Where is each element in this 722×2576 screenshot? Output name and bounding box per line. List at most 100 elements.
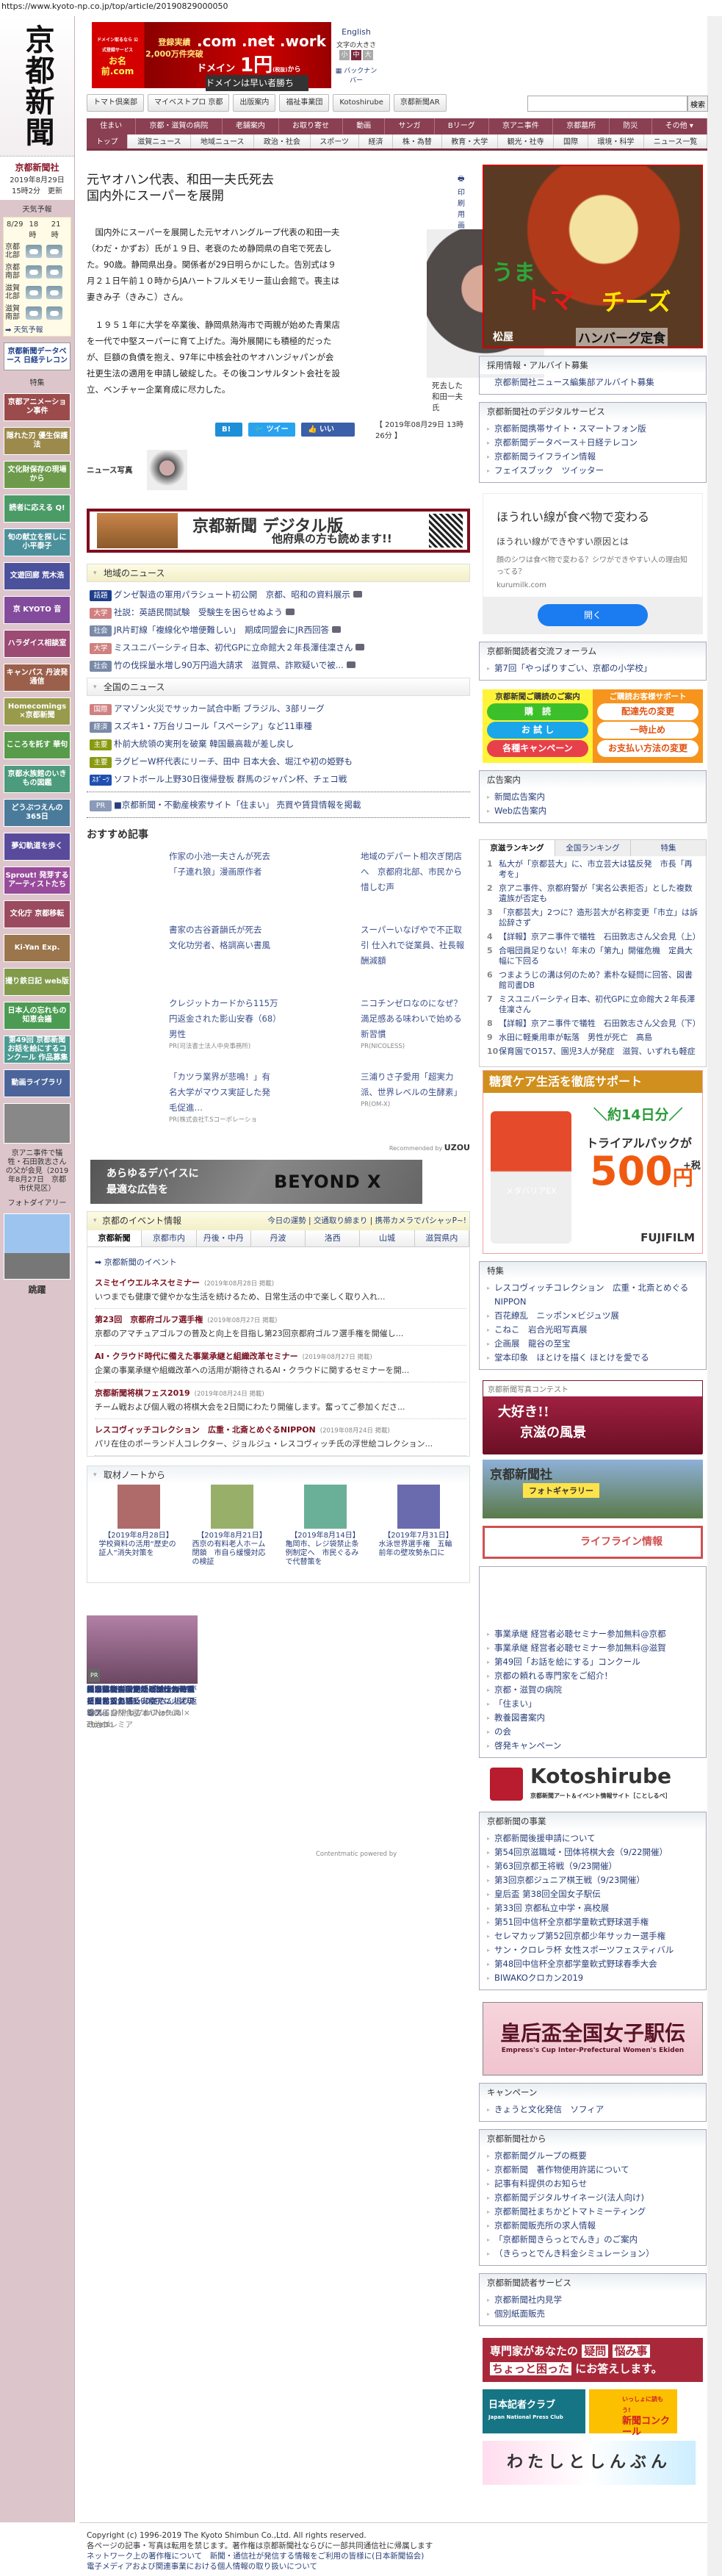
news-item[interactable]: 国際 アマゾン火災でサッカー試合中断 ブラジル、3部リーグ bbox=[90, 700, 467, 717]
ranking-item[interactable]: 9 水田に軽乗用車が転落 男性が死亡 高島 bbox=[487, 1033, 698, 1043]
note-item[interactable]: 【2019年7月31日】 水泳世界選手権 五輪前年の壁攻勢糸口に bbox=[379, 1485, 458, 1567]
event-item[interactable]: AI・クラウド時代に備えた事業承継と組織改革セミナー (2019年08月27日 掲… bbox=[95, 1346, 466, 1382]
news-item[interactable]: 社会 竹の伐採量水増し90万円過大請求 滋賀県、詐欺疑いで被... bbox=[90, 656, 467, 674]
recommended-title[interactable]: 「カツラ業界が悲鳴！」有名大学がマウス実証した発毛促進… bbox=[169, 1069, 278, 1116]
recommended-thumbnail[interactable] bbox=[94, 849, 165, 908]
sidebar-banner[interactable]: 夢幻軌道を歩く bbox=[4, 833, 71, 861]
sidebar-banner[interactable]: 文化庁 京都移転 bbox=[4, 900, 71, 928]
matsuya-ad[interactable]: うま トマ チーズ 松屋 ハンバーグ定食 bbox=[483, 165, 703, 348]
company-link[interactable]: （きらっとでんき料金シミュレーション） bbox=[487, 2247, 698, 2261]
special-link[interactable]: こねこ 岩合光昭写真展 bbox=[487, 1323, 698, 1337]
sidebar-banner[interactable]: 動画ライブラリ bbox=[4, 1069, 71, 1097]
header-tool-button[interactable]: トマト倶楽部 bbox=[87, 94, 144, 112]
event-name[interactable]: AI・クラウド時代に備えた事業承継と組織改革セミナー bbox=[95, 1352, 298, 1361]
ranking-title[interactable]: 水田に軽乗用車が転落 男性が死亡 高島 bbox=[499, 1033, 652, 1043]
recommended-title[interactable]: ニコチンゼロなのになぜ？満足感ある味わいで始める新習慣 bbox=[361, 996, 470, 1042]
secondary-nav-item[interactable]: スポーツ bbox=[311, 134, 359, 148]
sidebar-banner[interactable]: 日本人の忘れもの 知恵会議 bbox=[4, 1002, 71, 1030]
ads-info-link[interactable]: 新聞広告案内 bbox=[487, 790, 698, 804]
business-link[interactable]: 皇后盃 第38回全国女子駅伝 bbox=[487, 1887, 698, 1901]
video-caption[interactable]: 京アニ事件で犠牲・石田敦志さんの父が会見（2019年8月27日 京都市伏見区） bbox=[4, 1149, 70, 1194]
recruit-link[interactable]: 京都新聞社ニュース編集部アルバイト募集 bbox=[487, 376, 698, 390]
news-item[interactable]: 大学 社説：英語民間試験 受験生を困らせぬよう bbox=[90, 603, 467, 621]
fortune-link[interactable]: 今日の運勢 bbox=[267, 1216, 306, 1225]
campaign-link[interactable]: きょうと文化発信 ソフィア bbox=[487, 2103, 698, 2117]
company-link[interactable]: 京都新聞デジタルサイネージ(法人向け) bbox=[487, 2191, 698, 2205]
digital-service-link[interactable]: 京都新聞携帯サイト・スマートフォン版 bbox=[487, 422, 698, 436]
primary-nav-item[interactable]: お取り寄せ bbox=[279, 118, 344, 134]
news-link[interactable]: 社説：英語民間試験 受験生を困らせぬよう bbox=[114, 607, 283, 617]
site-logo[interactable]: 京都新聞 bbox=[0, 16, 74, 156]
recommended-thumbnail[interactable] bbox=[286, 1069, 357, 1128]
recommended-thumbnail[interactable] bbox=[94, 1069, 165, 1128]
recommended-title[interactable]: 三浦りさ子愛用「超実力派、世界レベルの生酵素」 bbox=[361, 1069, 470, 1100]
note-thumbnail[interactable] bbox=[303, 1485, 347, 1529]
event-name[interactable]: レスコヴィッチコレクション 広重・北斎とめぐるNIPPON bbox=[95, 1425, 316, 1435]
beyond-x-ad[interactable]: あらゆるデバイスに 最適な広告を BEYOND X bbox=[90, 1160, 422, 1204]
sidebar-banner[interactable]: 隠れた刃 優生保護法 bbox=[4, 427, 71, 455]
news-link[interactable]: JR片町線「複線化や増便難しい」 期成同盟会にJR西回答 bbox=[114, 625, 329, 635]
recommended-title[interactable]: クレジットカードから115万円返金された影山安春（68）男性 bbox=[169, 996, 278, 1042]
ranking-item[interactable]: 10 保育園でO157、園児3人が発症 滋賀、いずれも軽症 bbox=[487, 1047, 698, 1057]
sidebar-banner[interactable]: ハラダイス相談室 bbox=[4, 630, 71, 658]
recommended-title[interactable]: 書家の古谷蒼韻氏が死去 文化功労者、格調高い書風 bbox=[169, 922, 278, 953]
ranking-item[interactable]: 3 「京都芸大」2つに？造形芸大が名称変更「市立」は訴訟辞さず bbox=[487, 908, 698, 928]
ranking-title[interactable]: 合唱団員足りない！年末の「第九」開催危機 定員大幅に下回る bbox=[499, 946, 698, 966]
note-item[interactable]: 【2019年8月21日】 西京の有料老人ホーム閉鎖 市自ら緩慢対応の検証 bbox=[192, 1485, 272, 1567]
primary-nav-item[interactable]: 老舗案内 bbox=[223, 118, 279, 134]
news-item[interactable]: 主要 ラグビーW杯代表にリーチ、田中 日本大会、堀江や初の姫野も bbox=[90, 753, 467, 770]
photo-diary-caption[interactable]: 跳躍 bbox=[4, 1285, 70, 1294]
ranking-item[interactable]: 1 私大が「京都芸大」に、市立芸大は猛反発 市長「再考を」 bbox=[487, 859, 698, 880]
news-link[interactable]: ミスユニバーシティ日本、初代GPに立命館大２年長澤佳凜さん bbox=[114, 642, 353, 653]
secondary-nav-item[interactable]: 滋賀ニュース bbox=[128, 134, 192, 148]
digital-service-link[interactable]: フェイスブック ツイッター bbox=[487, 464, 698, 478]
sidebar-banner[interactable]: どうぶつえんの365日 bbox=[4, 799, 71, 827]
company-link[interactable]: 記事有料提供のお知らせ bbox=[487, 2177, 698, 2191]
recommended-item[interactable]: 作家の小池一夫さんが死去「子連れ狼」漫画原作者 bbox=[94, 849, 278, 908]
news-photo-thumbnail[interactable] bbox=[147, 450, 188, 490]
special-link[interactable]: 百花繚乱 ニッポン×ビジュツ展 bbox=[487, 1309, 698, 1323]
ranking-item[interactable]: 2 京アニ事件、京都府警が「実名公表拒否」とした複数遺族が否定も bbox=[487, 883, 698, 904]
facebook-like-button[interactable]: 👍 いいね！ 0 bbox=[301, 422, 355, 448]
sidebar-banner[interactable]: Homecomings ×京都新聞 bbox=[4, 697, 71, 725]
digital-service-link[interactable]: 京都新聞データベース＋日経テレコン bbox=[487, 436, 698, 450]
nie-contest-banner[interactable]: いっしょに読もう! 新聞コンクール bbox=[589, 2389, 677, 2438]
footer-link[interactable]: ネットワーク上の著作権について bbox=[87, 2552, 202, 2561]
news-link[interactable]: アマゾン火災でサッカー試合中断 ブラジル、3部リーグ bbox=[114, 703, 325, 714]
primary-nav-item[interactable]: 動画 bbox=[343, 118, 386, 134]
trial-button[interactable]: お 試 し bbox=[487, 722, 588, 739]
event-item[interactable]: レスコヴィッチコレクション 広重・北斎とめぐるNIPPON (2019年08月24… bbox=[95, 1419, 466, 1456]
sidebar-banner[interactable]: 第49回 京都新聞 お話を絵にするコンクール 作品募集 bbox=[4, 1036, 71, 1063]
news-item[interactable]: 経済 スズキ1・7万台リコール「スペーシア」など11車種 bbox=[90, 717, 467, 735]
traffic-link[interactable]: 交通取り締まり bbox=[314, 1216, 368, 1225]
secondary-nav-item[interactable]: 地域ニュース bbox=[191, 134, 255, 148]
database-banner[interactable]: 京都新聞データベース 日経テレコン bbox=[4, 342, 71, 370]
font-size-small[interactable]: 小 bbox=[339, 50, 350, 60]
lifeline-banner[interactable]: ライフライン情報 bbox=[483, 1526, 703, 1559]
header-tool-button[interactable]: Kotoshirube bbox=[333, 94, 390, 112]
ranking-title[interactable]: つまようじの溝は何のため？素朴な疑問に回答、図書館司書DB bbox=[499, 970, 698, 991]
recommended-thumbnail[interactable] bbox=[286, 996, 357, 1055]
event-name[interactable]: スミセイウエルネスセミナー bbox=[95, 1278, 200, 1288]
event-tab[interactable]: 丹波 bbox=[250, 1230, 306, 1246]
ranking-item[interactable]: 7 ミスユニバーシティ日本、初代GPに立命館大２年長澤佳凜さん bbox=[487, 994, 698, 1015]
recommended-title[interactable]: 地域のデパート相次ぎ閉店へ 京都府北部、市民から惜しむ声 bbox=[361, 849, 470, 895]
business-link[interactable]: 第63回京都王将戦（9/23開催） bbox=[487, 1859, 698, 1873]
recommended-by[interactable]: Recommended by UZOU bbox=[87, 1143, 470, 1152]
news-item[interactable]: 社会 JR片町線「複線化や増便難しい」 期成同盟会にJR西回答 bbox=[90, 621, 467, 639]
special-link[interactable]: レスコヴィッチコレクション 広重・北斎とめぐるNIPPON bbox=[487, 1281, 698, 1309]
primary-nav-item[interactable]: サンガ bbox=[385, 118, 435, 134]
ranking-item[interactable]: 8 【詳報】京アニ事件で犠牲 石田敦志さん父会見（下） bbox=[487, 1019, 701, 1029]
note-title[interactable]: 亀岡市、レジ袋禁止条例制定へ 市民ぐるみで代替策を bbox=[286, 1540, 365, 1567]
recommended-item[interactable]: クレジットカードから115万円返金された影山安春（68）男性 PR(司法書士法人中… bbox=[94, 996, 278, 1055]
news-link[interactable]: グンゼ製造の軍用パラシュート初公開 京都、昭和の資料展示 bbox=[114, 589, 350, 600]
news-link[interactable]: ソフトボール上野30日復帰登板 群馬のジャパン杯、チェコ戦 bbox=[114, 774, 347, 784]
recommended-thumbnail[interactable] bbox=[94, 922, 165, 981]
recommended-item[interactable]: ニコチンゼロなのになぜ？満足感ある味わいで始める新習慣 PR(NICOLESS) bbox=[286, 996, 470, 1055]
ranking-item[interactable]: 4 【詳報】京アニ事件で犠牲 石田敦志さん父会見（上） bbox=[487, 932, 701, 942]
news-link[interactable]: ラグビーW杯代表にリーチ、田中 日本大会、堀江や初の姫野も bbox=[114, 756, 353, 767]
special-link[interactable]: 堂本印象 ほとけを描く ほとけを愛でる bbox=[487, 1351, 698, 1365]
ranking-item[interactable]: 5 合唱団員足りない！年末の「第九」開催危機 定員大幅に下回る bbox=[487, 946, 698, 966]
recommended-thumbnail[interactable] bbox=[286, 922, 357, 981]
note-thumbnail[interactable] bbox=[210, 1485, 253, 1529]
